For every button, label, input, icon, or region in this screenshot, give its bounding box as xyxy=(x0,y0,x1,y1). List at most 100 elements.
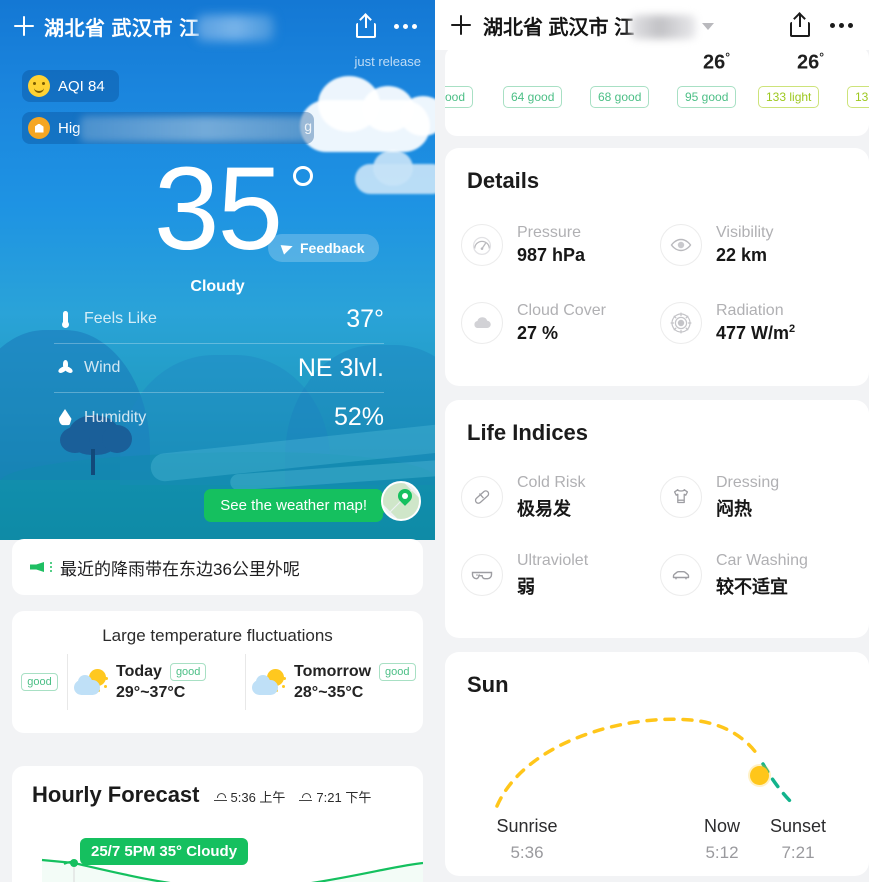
tshirt-icon xyxy=(660,476,702,518)
hourly-tooltip: 25/7 5PM 35° Cloudy xyxy=(80,838,249,865)
location-title[interactable]: 湖北省 武汉市 江 xyxy=(44,12,274,41)
pressure-gauge-icon xyxy=(461,224,503,266)
metric-row: Wind NE 3lvl. xyxy=(54,344,384,393)
add-city-icon[interactable] xyxy=(451,15,471,35)
hourly-forecast-card[interactable]: Hourly Forecast 5:36 上午 7:21 下午 25/7 5PM… xyxy=(12,766,423,882)
fluctuation-title: Large temperature fluctuations xyxy=(102,626,333,645)
hourly-header: Hourly Forecast 5:36 上午 7:21 下午 xyxy=(12,766,423,808)
aqi-pill: good xyxy=(379,662,416,681)
sun-point-time: 5:36 xyxy=(510,843,544,862)
rain-notice-text: 最近的降雨带在东边36公里外呢 xyxy=(60,559,300,579)
right-weather-panel: 26° 26° ood 64 good 68 good 95 good 133 … xyxy=(435,0,869,882)
fluctuation-day-today[interactable]: Today good 29°~37°C xyxy=(68,654,246,710)
left-weather-panel: 湖北省 武汉市 江 just release AQI 84 Hig g 35 C… xyxy=(0,0,435,882)
detail-pressure[interactable]: Pressure 987 hPa xyxy=(461,206,660,284)
aqi-badge: 64 good xyxy=(503,86,563,108)
weather-map-button[interactable]: See the weather map! xyxy=(204,489,390,522)
fluctuation-days: good Today good 29°~37°C Tomorrow good 2… xyxy=(12,646,423,718)
map-pin-icon[interactable] xyxy=(381,481,421,521)
fluctuation-range: 28°~35°C xyxy=(294,683,364,701)
feedback-label: Feedback xyxy=(300,240,365,256)
more-dots-icon[interactable] xyxy=(830,22,853,28)
detail-visibility[interactable]: Visibility 22 km xyxy=(660,206,859,284)
radiation-icon xyxy=(660,302,702,344)
fluctuation-day-tomorrow[interactable]: Tomorrow good 28°~35°C xyxy=(246,654,423,710)
metric-value: 37° xyxy=(346,304,384,333)
thermometer-icon xyxy=(54,310,76,328)
more-dots-icon[interactable] xyxy=(394,23,417,29)
index-value: 较不适宜 xyxy=(716,576,788,597)
sun-point-name: Now xyxy=(703,816,740,836)
feedback-button[interactable]: Feedback xyxy=(268,234,379,262)
index-label: Cold Risk xyxy=(517,473,586,491)
life-indices-title: Life Indices xyxy=(467,420,589,445)
wind-fan-icon xyxy=(54,359,76,377)
rain-notice-card[interactable]: 最近的降雨带在东边36公里外呢 xyxy=(12,539,423,595)
detail-radiation[interactable]: Radiation 477 W/m2 xyxy=(660,284,859,362)
index-dressing[interactable]: Dressing 闷热 xyxy=(660,458,859,536)
current-temperature-value: 35 xyxy=(153,143,283,275)
details-card: Details Pressure 987 hPa Visibility 22 k… xyxy=(445,148,869,386)
location-title[interactable]: 湖北省 武汉市 江 xyxy=(483,11,715,40)
current-temperature-block: 35 Cloudy Feedback xyxy=(0,150,435,296)
index-cold-risk[interactable]: Cold Risk 极易发 xyxy=(461,458,660,536)
metric-label: Wind xyxy=(84,359,121,376)
aqi-badge: ood xyxy=(445,86,474,108)
detail-label: Radiation xyxy=(716,302,784,319)
temperature-fluctuation-card[interactable]: Large temperature fluctuations good Toda… xyxy=(12,611,423,733)
metric-label: Humidity xyxy=(84,408,147,426)
fluctuation-partial-col: good xyxy=(12,654,68,710)
chevron-down-icon[interactable] xyxy=(702,22,715,30)
detail-value: 22 km xyxy=(716,245,768,265)
aqi-chip-label: AQI 84 xyxy=(58,77,105,95)
high-alert-chip[interactable]: Hig g xyxy=(22,112,314,144)
metric-row: Feels Like 37° xyxy=(54,295,384,344)
sun-point-name: Sunset xyxy=(769,816,827,836)
location-name: 湖北省 武汉市 江 xyxy=(44,17,200,40)
hourly-forecast-title: Hourly Forecast xyxy=(32,782,200,807)
degree-symbol-icon xyxy=(293,166,314,186)
sunset-time: 7:21 下午 xyxy=(316,790,372,805)
eye-icon xyxy=(660,224,702,266)
details-grid: Pressure 987 hPa Visibility 22 km Cloud … xyxy=(445,194,869,382)
detail-cloud-cover[interactable]: Cloud Cover 27 % xyxy=(461,284,660,362)
index-car-washing[interactable]: Car Washing 较不适宜 xyxy=(660,536,859,614)
warning-home-icon xyxy=(28,117,50,139)
details-title: Details xyxy=(467,168,540,193)
fluctuation-range: 29°~37°C xyxy=(116,683,186,701)
aqi-forecast-strip[interactable]: 26° 26° ood 64 good 68 good 95 good 133 … xyxy=(445,46,869,136)
aqi-badge: 95 good xyxy=(677,86,737,108)
sun-arc-body: Sunrise 5:36 Now 5:12 Sunset 7:21 xyxy=(445,698,869,873)
hourly-sun-times: 5:36 上午 7:21 下午 xyxy=(213,787,372,806)
aqi-badge: 133 light xyxy=(758,86,820,108)
smiley-face-icon xyxy=(28,75,50,97)
sun-icon xyxy=(750,766,769,785)
life-indices-card: Life Indices Cold Risk 极易发 Dressing 闷热 U… xyxy=(445,400,869,638)
weather-app-screen: 湖北省 武汉市 江 just release AQI 84 Hig g 35 C… xyxy=(0,0,869,882)
weather-map-label: See the weather map! xyxy=(220,497,367,514)
share-icon[interactable] xyxy=(790,12,810,37)
index-value: 弱 xyxy=(517,576,535,597)
metrics-list: Feels Like 37° Wind NE 3lvl. Humidity 52… xyxy=(54,295,384,442)
pill-icon xyxy=(461,476,503,518)
megaphone-icon xyxy=(30,559,52,575)
aqi-strip-temp: 26° xyxy=(797,50,825,74)
aqi-chip[interactable]: AQI 84 xyxy=(22,70,119,102)
add-city-icon[interactable] xyxy=(14,16,34,36)
detail-label: Visibility xyxy=(716,224,774,241)
left-top-actions xyxy=(356,13,421,38)
right-top-bar: 湖北省 武汉市 江 xyxy=(435,0,869,50)
sun-point-sunset: Sunset 7:21 xyxy=(753,816,843,863)
index-ultraviolet[interactable]: Ultraviolet 弱 xyxy=(461,536,660,614)
aqi-strip-badges: ood 64 good 68 good 95 good 133 light 13… xyxy=(445,86,869,112)
detail-label: Pressure xyxy=(517,224,582,241)
share-icon[interactable] xyxy=(356,13,376,38)
aqi-strip-temps: 26° 26° xyxy=(445,50,869,80)
sun-point-name: Sunrise xyxy=(496,816,558,836)
left-top-bar: 湖北省 武汉市 江 xyxy=(0,0,435,52)
sun-card: Sun Sunrise 5:36 Now 5:12 Sunset 7:21 xyxy=(445,652,869,876)
index-label: Ultraviolet xyxy=(517,551,589,569)
fluctuation-day-label: Today xyxy=(116,662,162,680)
metric-value: NE 3lvl. xyxy=(297,353,384,382)
detail-label: Cloud Cover xyxy=(517,302,606,319)
